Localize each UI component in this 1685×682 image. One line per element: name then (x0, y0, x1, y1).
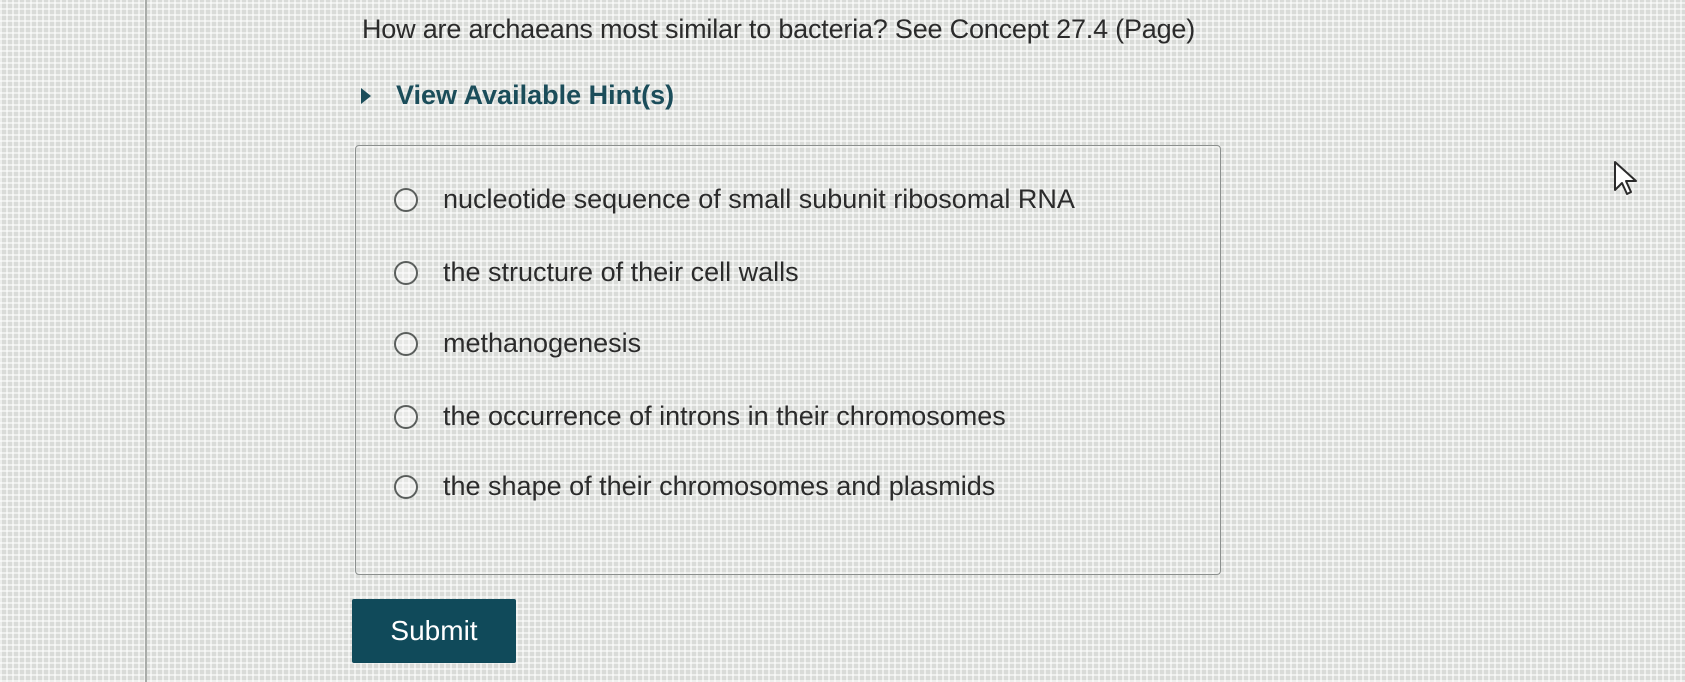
radio-button[interactable] (394, 404, 418, 429)
radio-button[interactable] (394, 260, 418, 285)
question-text: How are archaeans most similar to bacter… (362, 14, 1196, 44)
mouse-cursor-icon (1614, 161, 1637, 195)
radio-button[interactable] (394, 187, 418, 212)
option-introns[interactable]: the occurrence of introns in their chrom… (394, 401, 1006, 432)
submit-button[interactable]: Submit (352, 599, 516, 663)
option-label: nucleotide sequence of small subunit rib… (443, 184, 1075, 214)
view-hints-label: View Available Hint(s) (396, 80, 675, 110)
left-column-divider (145, 0, 147, 682)
option-chromosome-shape[interactable]: the shape of their chromosomes and plasm… (394, 471, 995, 502)
view-hints-toggle[interactable]: View Available Hint(s) (361, 80, 674, 111)
option-label: the shape of their chromosomes and plasm… (443, 471, 996, 501)
option-label: the occurrence of introns in their chrom… (443, 401, 1006, 431)
option-cell-walls[interactable]: the structure of their cell walls (394, 257, 799, 288)
radio-button[interactable] (394, 331, 418, 356)
option-methanogenesis[interactable]: methanogenesis (394, 328, 641, 359)
triangle-right-icon (361, 87, 371, 104)
option-label: methanogenesis (443, 328, 642, 358)
option-label: the structure of their cell walls (443, 257, 799, 287)
option-ribosomal-rna[interactable]: nucleotide sequence of small subunit rib… (394, 184, 1075, 215)
answer-options-box: nucleotide sequence of small subunit rib… (355, 145, 1221, 575)
radio-button[interactable] (394, 474, 418, 499)
